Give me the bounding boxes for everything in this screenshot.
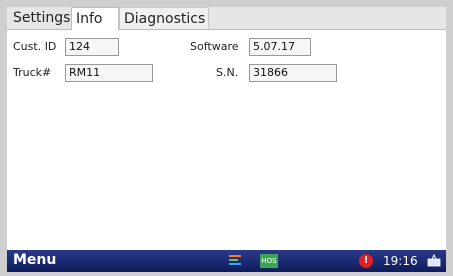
menu-button[interactable]: Menu xyxy=(13,252,56,268)
tab-diagnostics[interactable]: Diagnostics xyxy=(119,7,209,29)
sn-label: S.N. xyxy=(216,66,239,79)
sn-field[interactable]: 31866 xyxy=(249,64,337,82)
truck-field[interactable]: RM11 xyxy=(65,64,153,82)
clock: 19:16 xyxy=(383,254,418,268)
software-label: Software xyxy=(190,40,239,53)
hos-icon[interactable]: HOS xyxy=(260,254,278,268)
alert-icon[interactable]: ! xyxy=(359,254,373,268)
tab-bar: Settings Info Diagnostics xyxy=(7,7,446,30)
device-frame: Settings Info Diagnostics Cust. ID 124 T… xyxy=(0,0,453,276)
cust-id-field[interactable]: 124 xyxy=(65,38,119,56)
truck-label: Truck# xyxy=(13,66,52,79)
taskbar: Menu HOS ! 19:16 xyxy=(7,250,446,272)
keyboard-icon[interactable] xyxy=(427,253,441,268)
tab-settings[interactable]: Settings xyxy=(9,7,73,29)
software-field[interactable]: 5.07.17 xyxy=(249,38,311,56)
cust-id-label: Cust. ID xyxy=(13,40,57,53)
screen: Settings Info Diagnostics Cust. ID 124 T… xyxy=(7,7,446,257)
tab-info[interactable]: Info xyxy=(71,7,119,30)
task-list-icon[interactable] xyxy=(229,255,243,267)
